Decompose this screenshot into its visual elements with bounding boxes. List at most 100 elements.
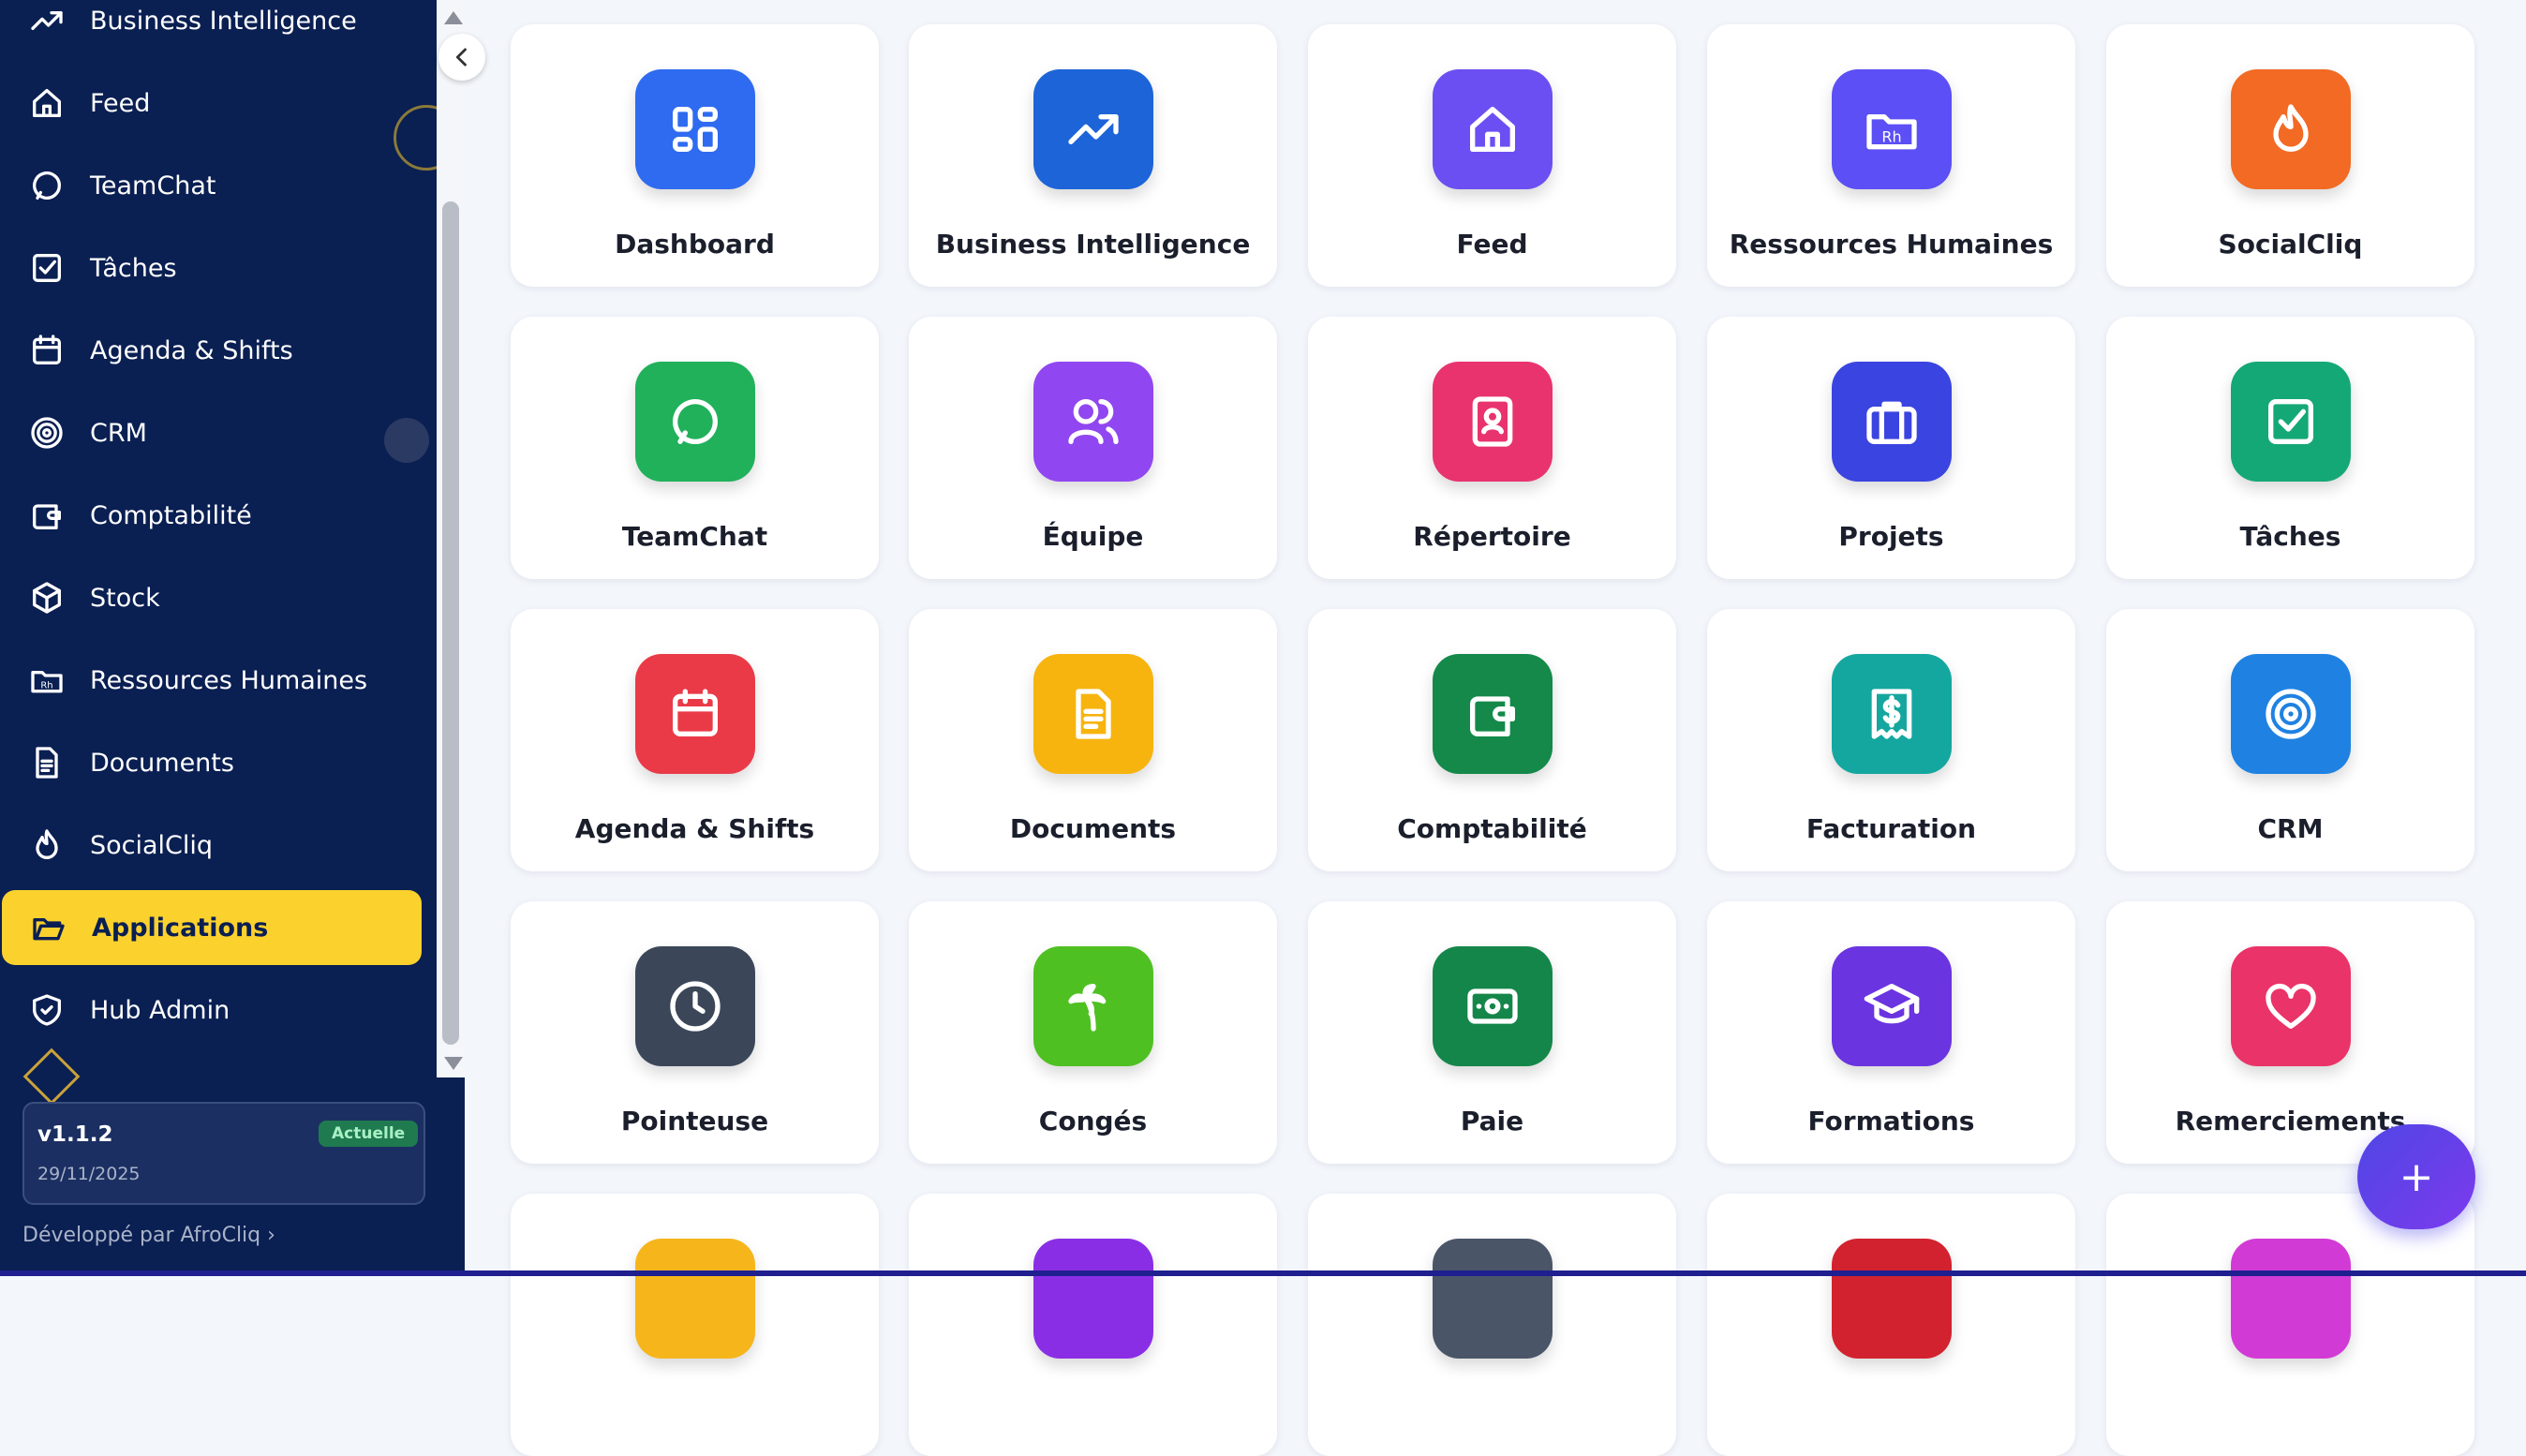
svg-text:Rh: Rh bbox=[1881, 127, 1901, 145]
sidebar-item-label: CRM bbox=[90, 418, 147, 448]
app-card[interactable] bbox=[2106, 1194, 2474, 1456]
target-icon bbox=[28, 414, 66, 452]
app-card[interactable]: Équipe bbox=[909, 317, 1277, 579]
flame-icon bbox=[2231, 69, 2351, 189]
app-card[interactable]: Tâches bbox=[2106, 317, 2474, 579]
app-card[interactable]: Documents bbox=[909, 609, 1277, 871]
sidebar-item[interactable]: Tâches bbox=[0, 230, 422, 305]
sidebar: Business Intelligence Feed TeamChat Tâches A… bbox=[0, 0, 437, 1077]
sidebar-item[interactable]: Feed bbox=[0, 66, 422, 141]
app-card-label: Ressources Humaines bbox=[1729, 229, 2054, 260]
app-card-label: Équipe bbox=[1042, 521, 1144, 552]
app-card[interactable] bbox=[511, 1194, 879, 1456]
app-card[interactable]: Facturation bbox=[1707, 609, 2075, 871]
app-card-label: Congés bbox=[1038, 1106, 1148, 1137]
package-icon bbox=[28, 579, 66, 617]
home-icon bbox=[28, 84, 66, 122]
app-card[interactable]: Feed bbox=[1308, 24, 1676, 287]
folder-rh-icon: Rh bbox=[28, 661, 66, 699]
sidebar-item-label: Stock bbox=[90, 583, 160, 613]
sidebar-item[interactable]: Rh Ressources Humaines bbox=[0, 643, 422, 718]
heart-icon bbox=[2231, 946, 2351, 1066]
briefcase-icon bbox=[1832, 362, 1952, 482]
version-date: 29/11/2025 bbox=[37, 1164, 141, 1184]
app-card[interactable] bbox=[909, 1194, 1277, 1456]
app-icon-partial bbox=[1033, 1239, 1153, 1359]
sidebar-item-label: Comptabilité bbox=[90, 500, 252, 530]
app-card[interactable]: Agenda & Shifts bbox=[511, 609, 879, 871]
app-card[interactable]: Projets bbox=[1707, 317, 2075, 579]
sidebar-item[interactable]: CRM bbox=[0, 395, 422, 470]
flame-icon bbox=[28, 826, 66, 864]
sidebar-item[interactable]: Applications bbox=[2, 890, 422, 965]
shield-check-icon bbox=[28, 991, 66, 1029]
version-card bbox=[22, 1102, 425, 1205]
app-card-label: Comptabilité bbox=[1397, 813, 1587, 844]
add-application-button[interactable]: + bbox=[2357, 1124, 2475, 1229]
app-card[interactable]: Formations bbox=[1707, 901, 2075, 1164]
sidebar-item[interactable]: TeamChat bbox=[0, 148, 422, 223]
app-card[interactable]: SocialCliq bbox=[2106, 24, 2474, 287]
sidebar-item[interactable]: Agenda & Shifts bbox=[0, 313, 422, 388]
sidebar-item-label: Hub Admin bbox=[90, 995, 230, 1025]
grid-icon bbox=[635, 69, 755, 189]
svg-text:Rh: Rh bbox=[40, 680, 52, 691]
app-card[interactable]: Répertoire bbox=[1308, 317, 1676, 579]
app-card[interactable]: Business Intelligence bbox=[909, 24, 1277, 287]
sidebar-item[interactable]: Documents bbox=[0, 725, 422, 800]
document-icon bbox=[1033, 654, 1153, 774]
app-icon-partial bbox=[1433, 1239, 1553, 1359]
wallet-icon bbox=[1433, 654, 1553, 774]
app-card[interactable] bbox=[1707, 1194, 2075, 1456]
clock-icon bbox=[635, 946, 755, 1066]
developer-link[interactable]: Développé par AfroCliq › bbox=[22, 1224, 275, 1247]
status-badge: Actuelle bbox=[319, 1121, 419, 1147]
sidebar-item[interactable]: Comptabilité bbox=[0, 478, 422, 553]
chevron-right-icon: › bbox=[267, 1224, 275, 1247]
app-card[interactable]: Dashboard bbox=[511, 24, 879, 287]
sidebar-item-label: Agenda & Shifts bbox=[90, 335, 293, 365]
chevron-left-icon bbox=[455, 48, 467, 67]
app-card[interactable] bbox=[1308, 1194, 1676, 1456]
wallet-icon bbox=[28, 497, 66, 534]
sidebar-item[interactable]: Stock bbox=[0, 560, 422, 635]
app-card-label: Documents bbox=[1009, 813, 1177, 844]
collapse-sidebar-button[interactable] bbox=[438, 34, 485, 81]
app-icon-partial bbox=[635, 1239, 755, 1359]
app-card[interactable]: Congés bbox=[909, 901, 1277, 1164]
app-card-label: Agenda & Shifts bbox=[574, 813, 815, 844]
message-circle-icon bbox=[635, 362, 755, 482]
scroll-down-arrow[interactable] bbox=[444, 1057, 463, 1070]
app-card-label: TeamChat bbox=[621, 521, 768, 552]
bottom-border bbox=[0, 1270, 2526, 1276]
checkbox-icon bbox=[2231, 362, 2351, 482]
decorative-circle-icon bbox=[384, 418, 429, 463]
receipt-icon bbox=[1832, 654, 1952, 774]
app-card[interactable]: Paie bbox=[1308, 901, 1676, 1164]
app-card-label: Paie bbox=[1460, 1106, 1524, 1137]
sidebar-item[interactable]: Business Intelligence bbox=[0, 0, 422, 58]
palm-tree-icon bbox=[1033, 946, 1153, 1066]
calendar-icon bbox=[635, 654, 755, 774]
app-card-label: Facturation bbox=[1805, 813, 1977, 844]
app-card[interactable]: Comptabilité bbox=[1308, 609, 1676, 871]
sidebar-item-label: Applications bbox=[92, 913, 269, 943]
folder-open-icon bbox=[30, 909, 67, 946]
app-card[interactable]: CRM bbox=[2106, 609, 2474, 871]
checkbox-icon bbox=[28, 249, 66, 287]
sidebar-scrollbar-thumb[interactable] bbox=[442, 201, 459, 1045]
app-card-label: Tâches bbox=[2239, 521, 2341, 552]
app-card-label: Projets bbox=[1838, 521, 1944, 552]
app-card[interactable]: Pointeuse bbox=[511, 901, 879, 1164]
sidebar-item[interactable]: Hub Admin bbox=[0, 973, 422, 1047]
scroll-up-arrow[interactable] bbox=[444, 11, 463, 24]
app-card[interactable]: TeamChat bbox=[511, 317, 879, 579]
trending-up-icon bbox=[28, 2, 66, 39]
developer-link-label: Développé par AfroCliq bbox=[22, 1224, 261, 1247]
contact-book-icon bbox=[1433, 362, 1553, 482]
sidebar-item[interactable]: SocialCliq bbox=[0, 808, 422, 883]
message-circle-icon bbox=[28, 167, 66, 204]
app-card-label: Pointeuse bbox=[620, 1106, 769, 1137]
app-card-label: Dashboard bbox=[615, 229, 775, 260]
app-card[interactable]: Rh Ressources Humaines bbox=[1707, 24, 2075, 287]
